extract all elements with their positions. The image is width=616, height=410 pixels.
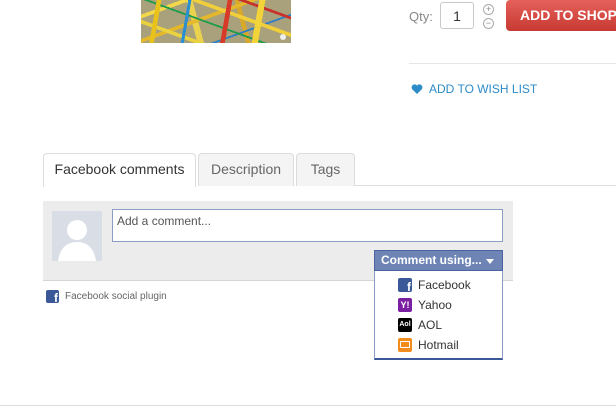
provider-label: Facebook — [418, 278, 471, 292]
plugin-label: Facebook social plugin — [65, 291, 167, 302]
aol-icon: Aol — [398, 318, 412, 332]
comment-using-dropdown: Facebook Y! Yahoo Aol AOL Hotmail — [374, 271, 503, 360]
watermark-dot — [280, 34, 286, 40]
qty-decrease-button[interactable]: − — [483, 18, 494, 29]
divider — [409, 63, 616, 64]
provider-yahoo[interactable]: Y! Yahoo — [398, 297, 452, 313]
caret-down-icon — [486, 259, 494, 264]
facebook-icon — [46, 290, 59, 305]
default-avatar-icon — [52, 211, 102, 261]
qty-increase-button[interactable]: + — [483, 4, 494, 15]
facebook-icon — [398, 278, 412, 294]
tab-tags[interactable]: Tags — [296, 153, 355, 186]
yahoo-icon: Y! — [398, 298, 412, 312]
provider-aol[interactable]: Aol AOL — [398, 317, 442, 333]
facebook-social-plugin-link[interactable]: Facebook social plugin — [46, 290, 167, 305]
comment-using-label: Comment using... — [381, 253, 482, 267]
divider — [0, 405, 616, 406]
qty-input[interactable] — [440, 2, 474, 29]
comment-using-button[interactable]: Comment using... — [374, 250, 503, 271]
heart-icon — [411, 84, 423, 94]
tab-description[interactable]: Description — [198, 153, 294, 186]
tabs-divider — [355, 185, 616, 186]
wishlist-label: ADD TO WISH LIST — [429, 82, 538, 96]
hotmail-icon — [398, 338, 412, 352]
avatar — [52, 211, 102, 261]
comment-input[interactable] — [112, 209, 503, 242]
product-image[interactable] — [141, 0, 291, 43]
add-to-wishlist-link[interactable]: ADD TO WISH LIST — [411, 81, 537, 97]
provider-label: AOL — [418, 318, 443, 332]
provider-facebook[interactable]: Facebook — [398, 277, 471, 294]
tab-facebook-comments[interactable]: Facebook comments — [43, 153, 196, 187]
provider-label: Yahoo — [418, 298, 452, 312]
provider-hotmail[interactable]: Hotmail — [398, 337, 459, 353]
provider-label: Hotmail — [418, 338, 459, 352]
qty-label: Qty: — [409, 9, 433, 24]
add-to-cart-button[interactable]: ADD TO SHOPPING CART — [506, 0, 616, 31]
